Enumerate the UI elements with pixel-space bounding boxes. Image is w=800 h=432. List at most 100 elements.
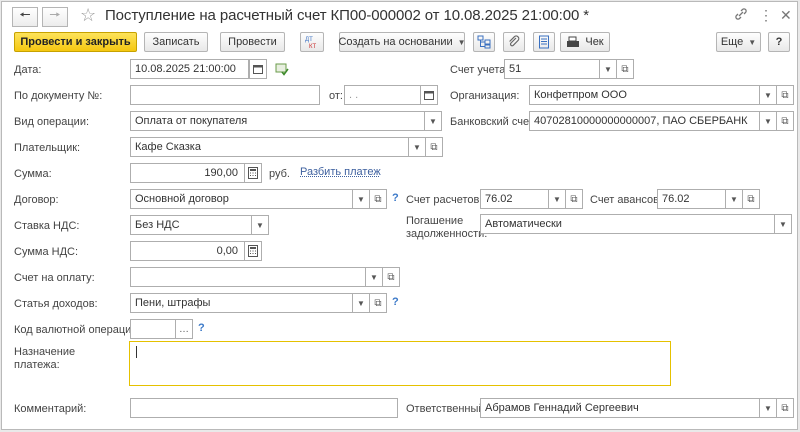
amount-calculator-button[interactable] bbox=[244, 163, 262, 183]
operation-field[interactable]: Оплата от покупателя bbox=[130, 111, 425, 131]
doc-number-field[interactable] bbox=[130, 85, 320, 105]
chevron-down-icon: ▼ bbox=[357, 298, 365, 308]
invoice-field[interactable] bbox=[130, 267, 366, 287]
debt-repayment-label: Погашение задолженности: bbox=[406, 215, 487, 241]
payer-label: Плательщик: bbox=[14, 142, 81, 154]
payer-dropdown[interactable]: ▼ bbox=[408, 137, 426, 157]
chevron-down-icon: ▼ bbox=[429, 116, 437, 126]
post-button[interactable]: Провести bbox=[220, 32, 285, 52]
debt-repayment-dropdown[interactable]: ▼ bbox=[774, 214, 792, 234]
vat-rate-field[interactable]: Без НДС bbox=[130, 215, 252, 235]
from-label: от: bbox=[329, 90, 343, 102]
responsible-open-button[interactable]: ⧉ bbox=[776, 398, 794, 418]
payer-open-button[interactable]: ⧉ bbox=[425, 137, 443, 157]
income-item-field[interactable]: Пени, штрафы bbox=[130, 293, 353, 313]
account-field[interactable]: 51 bbox=[504, 59, 600, 79]
forward-button[interactable]: 🠖 bbox=[42, 7, 68, 27]
vat-rate-label: Ставка НДС: bbox=[14, 220, 80, 232]
purpose-textarea[interactable] bbox=[129, 341, 671, 386]
date-field[interactable]: 10.08.2025 21:00:00 bbox=[130, 59, 249, 79]
organization-dropdown[interactable]: ▼ bbox=[759, 85, 777, 105]
title-bar: 🠔 🠖 ☆ Поступление на расчетный счет КП00… bbox=[2, 2, 797, 30]
responsible-field[interactable]: Абрамов Геннадий Сергеевич bbox=[480, 398, 760, 418]
help-button[interactable]: ? bbox=[768, 32, 790, 52]
settlement-account-open-button[interactable]: ⧉ bbox=[565, 189, 583, 209]
structure-button[interactable] bbox=[473, 32, 495, 52]
amount-label: Сумма: bbox=[14, 168, 52, 180]
chevron-down-icon: ▼ bbox=[553, 194, 561, 204]
chevron-down-icon: ▼ bbox=[357, 194, 365, 204]
comment-field[interactable] bbox=[130, 398, 398, 418]
debt-repayment-label-line2: задолженности: bbox=[406, 228, 488, 240]
calendar-button[interactable] bbox=[249, 59, 267, 79]
debt-repayment-label-line1: Погашение bbox=[406, 215, 464, 227]
split-payment-link[interactable]: Разбить платеж bbox=[300, 166, 381, 178]
more-button[interactable]: Еще ▼ bbox=[716, 32, 761, 52]
currency-operation-select-button[interactable]: … bbox=[175, 319, 193, 339]
back-button[interactable]: 🠔 bbox=[12, 7, 38, 27]
account-label: Счет учета: bbox=[450, 64, 509, 76]
svg-text:ДТ: ДТ bbox=[305, 37, 313, 43]
organization-open-button[interactable]: ⧉ bbox=[776, 85, 794, 105]
contract-dropdown[interactable]: ▼ bbox=[352, 189, 370, 209]
calculator-icon bbox=[248, 245, 258, 257]
attach-file-button[interactable] bbox=[503, 32, 525, 52]
vat-calculator-button[interactable] bbox=[244, 241, 262, 261]
currency-operation-field[interactable] bbox=[130, 319, 176, 339]
bank-account-open-button[interactable]: ⧉ bbox=[776, 111, 794, 131]
advance-account-label: Счет авансов: bbox=[590, 194, 663, 206]
responsible-dropdown[interactable]: ▼ bbox=[759, 398, 777, 418]
settlement-account-dropdown[interactable]: ▼ bbox=[548, 189, 566, 209]
payer-field[interactable]: Кафе Сказка bbox=[130, 137, 409, 157]
post-and-close-button[interactable]: Провести и закрыть bbox=[14, 32, 137, 52]
account-dropdown[interactable]: ▼ bbox=[599, 59, 617, 79]
income-item-open-button[interactable]: ⧉ bbox=[369, 293, 387, 313]
report-button[interactable] bbox=[533, 32, 555, 52]
contract-field[interactable]: Основной договор bbox=[130, 189, 353, 209]
arrow-left-icon: 🠔 bbox=[19, 7, 31, 22]
dt-kt-button[interactable]: ДТ КТ bbox=[300, 32, 324, 52]
open-icon: ⧉ bbox=[387, 271, 395, 283]
number-check-icon[interactable] bbox=[275, 62, 289, 76]
invoice-open-button[interactable]: ⧉ bbox=[382, 267, 400, 287]
bank-account-dropdown[interactable]: ▼ bbox=[759, 111, 777, 131]
close-icon[interactable]: ✕ bbox=[780, 7, 792, 23]
open-icon: ⧉ bbox=[781, 89, 789, 101]
save-button[interactable]: Записать bbox=[144, 32, 208, 52]
income-item-help-icon[interactable]: ? bbox=[392, 296, 399, 308]
chevron-down-icon: ▼ bbox=[748, 37, 757, 47]
receipt-button[interactable]: Чек bbox=[560, 32, 610, 52]
from-date-field[interactable]: . . bbox=[344, 85, 421, 105]
contract-open-button[interactable]: ⧉ bbox=[369, 189, 387, 209]
from-calendar-button[interactable] bbox=[420, 85, 438, 105]
chevron-down-icon: ▼ bbox=[457, 37, 466, 47]
date-label: Дата: bbox=[14, 64, 42, 76]
account-open-button[interactable]: ⧉ bbox=[616, 59, 634, 79]
vat-rate-dropdown[interactable]: ▼ bbox=[251, 215, 269, 235]
organization-field[interactable]: Конфетпром ООО bbox=[529, 85, 760, 105]
currency-operation-help-icon[interactable]: ? bbox=[198, 322, 205, 334]
contract-help-icon[interactable]: ? bbox=[392, 192, 399, 204]
advance-account-open-button[interactable]: ⧉ bbox=[742, 189, 760, 209]
amount-field[interactable]: 190,00 bbox=[130, 163, 245, 183]
advance-account-dropdown[interactable]: ▼ bbox=[725, 189, 743, 209]
create-based-on-button[interactable]: Создать на основании ▼ bbox=[338, 32, 466, 52]
more-dots-icon[interactable]: ⋮ bbox=[759, 7, 773, 23]
favorite-star-icon[interactable]: ☆ bbox=[80, 5, 96, 25]
debt-repayment-field[interactable]: Автоматически bbox=[480, 214, 775, 234]
link-icon[interactable] bbox=[734, 7, 748, 21]
chevron-down-icon: ▼ bbox=[604, 64, 612, 74]
open-icon: ⧉ bbox=[781, 115, 789, 127]
settlement-account-field[interactable]: 76.02 bbox=[480, 189, 549, 209]
currency-label: руб. bbox=[269, 168, 290, 180]
cash-register-icon bbox=[567, 36, 580, 47]
bank-account-field[interactable]: 40702810000000000007, ПАО СБЕРБАНК bbox=[529, 111, 760, 131]
vat-amount-field[interactable]: 0,00 bbox=[130, 241, 245, 261]
advance-account-field[interactable]: 76.02 bbox=[657, 189, 726, 209]
invoice-dropdown[interactable]: ▼ bbox=[365, 267, 383, 287]
income-item-dropdown[interactable]: ▼ bbox=[352, 293, 370, 313]
open-icon: ⧉ bbox=[781, 402, 789, 414]
operation-dropdown[interactable]: ▼ bbox=[424, 111, 442, 131]
invoice-label: Счет на оплату: bbox=[14, 272, 95, 284]
calculator-icon bbox=[248, 167, 258, 179]
